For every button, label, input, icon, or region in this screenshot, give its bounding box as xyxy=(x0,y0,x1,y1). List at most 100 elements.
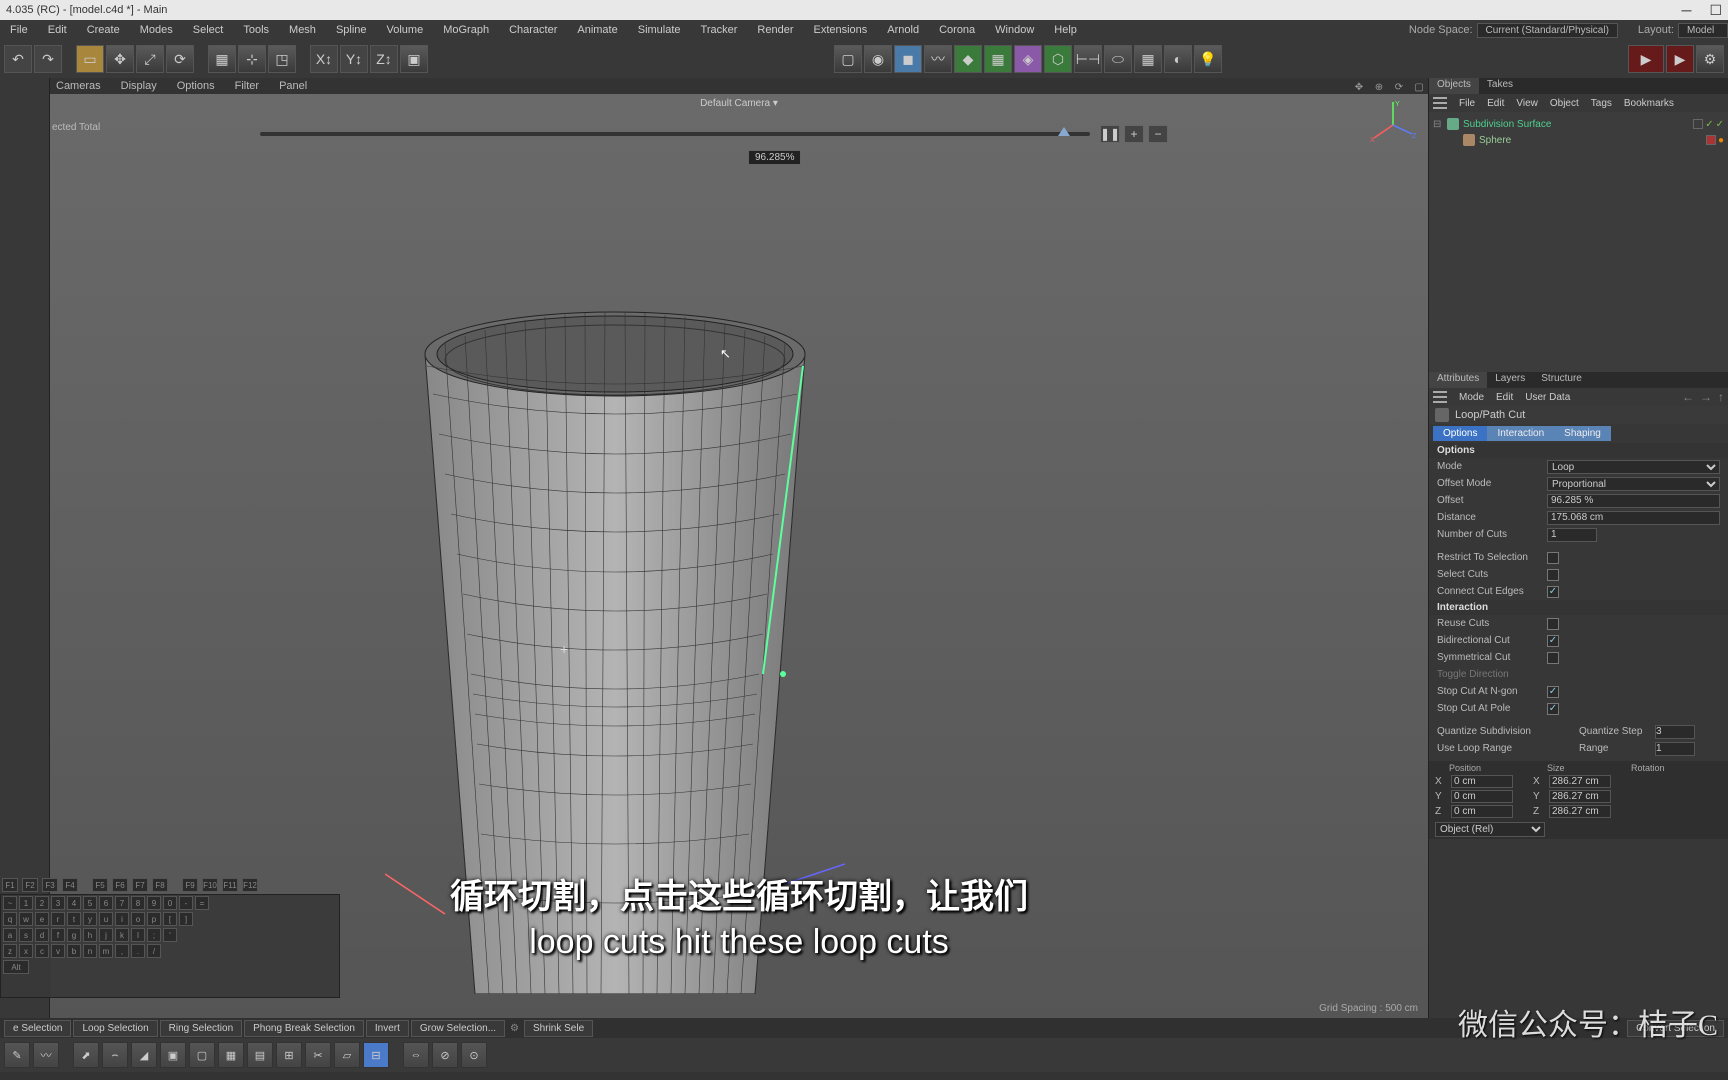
matrix-icon[interactable]: ▤ xyxy=(247,1042,273,1068)
vp-maximize-icon[interactable]: ▢ xyxy=(1412,80,1426,94)
obj-menu-view[interactable]: View xyxy=(1516,98,1538,109)
axis-gizmo[interactable]: Y X Z xyxy=(1368,100,1418,150)
tree-item-sphere[interactable]: Sphere ● xyxy=(1433,132,1724,148)
field-icon[interactable]: ⬡ xyxy=(1044,45,1072,73)
light-icon[interactable]: 💡 xyxy=(1194,45,1222,73)
pos-z[interactable] xyxy=(1451,805,1513,818)
connect-checkbox[interactable] xyxy=(1547,586,1559,598)
menu-mograph[interactable]: MoGraph xyxy=(433,20,499,40)
menu-volume[interactable]: Volume xyxy=(377,20,434,40)
poly-pen-icon[interactable]: ▢ xyxy=(189,1042,215,1068)
cloner-icon[interactable]: ▦ xyxy=(984,45,1012,73)
attr-menu-edit[interactable]: Edit xyxy=(1496,392,1513,403)
vp-display[interactable]: Display xyxy=(117,80,161,92)
pos-x[interactable] xyxy=(1451,775,1513,788)
menu-select[interactable]: Select xyxy=(183,20,234,40)
tab-layers[interactable]: Layers xyxy=(1487,372,1533,388)
loopcut-icon[interactable]: ⊟ xyxy=(363,1042,389,1068)
menu-window[interactable]: Window xyxy=(985,20,1044,40)
attr-up-icon[interactable]: ↑ xyxy=(1718,390,1724,404)
inset-icon[interactable]: ▦ xyxy=(218,1042,244,1068)
selectcuts-checkbox[interactable] xyxy=(1547,569,1559,581)
weld-icon[interactable]: ⊞ xyxy=(276,1042,302,1068)
obj-menu-object[interactable]: Object xyxy=(1550,98,1579,109)
offsetmode-select[interactable]: Proportional xyxy=(1547,477,1720,491)
minimize-button[interactable]: ─ xyxy=(1682,2,1692,19)
bidir-checkbox[interactable] xyxy=(1547,635,1559,647)
obj-menu-bookmarks[interactable]: Bookmarks xyxy=(1624,98,1674,109)
sel-btn-1[interactable]: Loop Selection xyxy=(73,1020,157,1037)
menu-tools[interactable]: Tools xyxy=(233,20,279,40)
vp-options[interactable]: Options xyxy=(173,80,219,92)
size-x[interactable] xyxy=(1549,775,1611,788)
redo-button[interactable]: ↷ xyxy=(34,45,62,73)
rotate-tool[interactable]: ⟳ xyxy=(166,45,194,73)
offset-input[interactable] xyxy=(1547,494,1720,508)
brush-icon[interactable]: ✎ xyxy=(4,1042,30,1068)
obj-menu-edit[interactable]: Edit xyxy=(1487,98,1504,109)
collapse-icon[interactable]: ⊙ xyxy=(461,1042,487,1068)
reuse-checkbox[interactable] xyxy=(1547,618,1559,630)
tab-attributes[interactable]: Attributes xyxy=(1429,372,1487,388)
render-view[interactable]: ▢ xyxy=(834,45,862,73)
slider-minus[interactable]: − xyxy=(1148,125,1168,143)
tree-item-sds[interactable]: ⊟ Subdivision Surface ✓✓ xyxy=(1433,116,1724,132)
render-region[interactable]: ▶ xyxy=(1666,45,1694,73)
tab-takes[interactable]: Takes xyxy=(1479,78,1521,94)
floor-icon[interactable]: ▦ xyxy=(1134,45,1162,73)
env-icon[interactable]: ◐ xyxy=(1164,45,1192,73)
restrict-checkbox[interactable] xyxy=(1547,552,1559,564)
camera-icon[interactable]: ◉ xyxy=(864,45,892,73)
placement-tool[interactable]: ◳ xyxy=(268,45,296,73)
undo-button[interactable]: ↶ xyxy=(4,45,32,73)
sel-btn-3[interactable]: Phong Break Selection xyxy=(244,1020,364,1037)
pos-y[interactable] xyxy=(1451,790,1513,803)
knife-icon[interactable]: ✂ xyxy=(305,1042,331,1068)
menu-corona[interactable]: Corona xyxy=(929,20,985,40)
distance-input[interactable] xyxy=(1547,511,1720,525)
opttab-interaction[interactable]: Interaction xyxy=(1487,426,1554,441)
size-z[interactable] xyxy=(1549,805,1611,818)
slider-pause[interactable]: ❚❚ xyxy=(1100,125,1120,143)
menu-extensions[interactable]: Extensions xyxy=(803,20,877,40)
mode-select[interactable]: Loop xyxy=(1547,460,1720,474)
close-poly-icon[interactable]: ▣ xyxy=(160,1042,186,1068)
gear-icon[interactable]: ⚙ xyxy=(507,1023,522,1034)
tab-objects[interactable]: Objects xyxy=(1429,78,1479,94)
spline-primitive[interactable]: 〰 xyxy=(924,45,952,73)
menu-mesh[interactable]: Mesh xyxy=(279,20,326,40)
coord-system[interactable]: ▣ xyxy=(400,45,428,73)
menu-character[interactable]: Character xyxy=(499,20,567,40)
vp-nav-icon[interactable]: ✥ xyxy=(1352,80,1366,94)
dissolve-icon[interactable]: ⊘ xyxy=(432,1042,458,1068)
attr-menu-userdata[interactable]: User Data xyxy=(1525,392,1570,403)
obj-menu-tags[interactable]: Tags xyxy=(1591,98,1612,109)
obj-menu-file[interactable]: File xyxy=(1459,98,1475,109)
stopngon-checkbox[interactable] xyxy=(1547,686,1559,698)
viewport-camera-label[interactable]: Default Camera ▾ xyxy=(700,98,778,109)
size-y[interactable] xyxy=(1549,790,1611,803)
deformer-icon[interactable]: ◈ xyxy=(1014,45,1042,73)
render-button[interactable]: ▶ xyxy=(1628,45,1664,73)
tab-structure[interactable]: Structure xyxy=(1533,372,1590,388)
menu-tracker[interactable]: Tracker xyxy=(691,20,748,40)
opttab-shaping[interactable]: Shaping xyxy=(1554,426,1611,441)
menu-arnold[interactable]: Arnold xyxy=(877,20,929,40)
select-tool[interactable]: ▭ xyxy=(76,45,104,73)
menu-edit[interactable]: Edit xyxy=(38,20,77,40)
vp-zoom-icon[interactable]: ⊕ xyxy=(1372,80,1386,94)
bridge-icon[interactable]: ⌢ xyxy=(102,1042,128,1068)
objects-hamburger-icon[interactable] xyxy=(1433,97,1447,109)
snap-icon[interactable]: ⊢⊣ xyxy=(1074,45,1102,73)
coord-mode-select[interactable]: Object (Rel) xyxy=(1435,822,1545,837)
smooth-icon[interactable]: 〰 xyxy=(33,1042,59,1068)
nodespace-dropdown[interactable]: Current (Standard/Physical) xyxy=(1477,23,1618,38)
menu-file[interactable]: File xyxy=(0,20,38,40)
x-lock[interactable]: X↕ xyxy=(310,45,338,73)
menu-simulate[interactable]: Simulate xyxy=(628,20,691,40)
menu-create[interactable]: Create xyxy=(77,20,130,40)
sel-btn-2[interactable]: Ring Selection xyxy=(160,1020,242,1037)
vp-filter[interactable]: Filter xyxy=(231,80,263,92)
extrude-icon[interactable]: ⬈ xyxy=(73,1042,99,1068)
stoppole-checkbox[interactable] xyxy=(1547,703,1559,715)
